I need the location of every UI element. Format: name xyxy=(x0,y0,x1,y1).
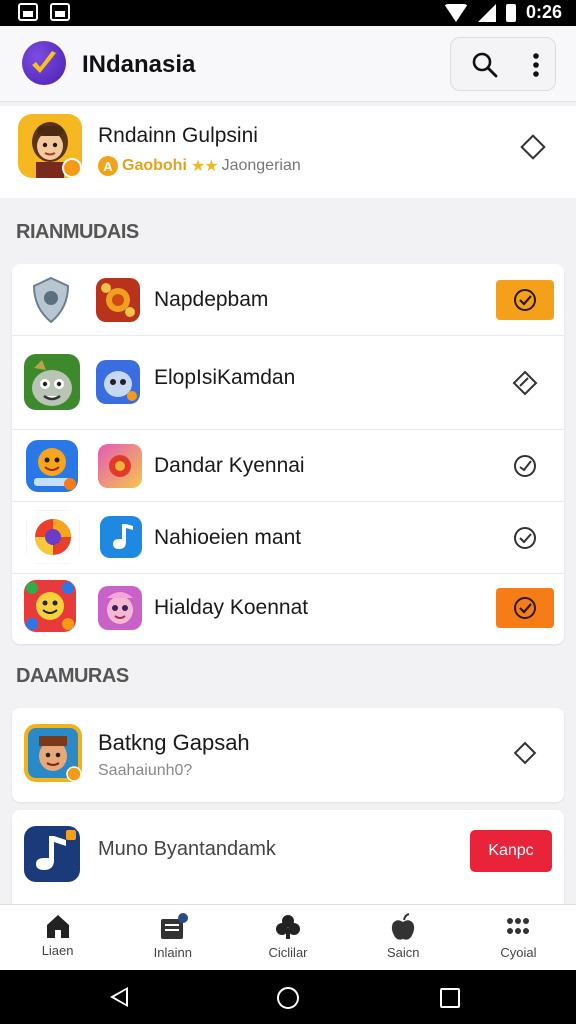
list-item[interactable]: ElopIsiKamdan xyxy=(12,336,564,430)
search-button[interactable] xyxy=(463,44,507,86)
tab-more[interactable]: Cyoial xyxy=(461,905,576,970)
game-icon xyxy=(96,278,140,322)
confirm-button[interactable] xyxy=(496,588,554,628)
profile-row[interactable]: Rndainn Gulpsini A Gaobohi ★★ Jaongerian xyxy=(0,106,576,198)
list-item-label: Dandar Kyennai xyxy=(154,454,305,477)
inbox-icon xyxy=(160,913,188,939)
status-bar: 0:26 xyxy=(0,0,576,26)
tab-label: Inlainn xyxy=(153,945,192,960)
system-nav-bar xyxy=(0,970,576,1024)
home-icon xyxy=(46,915,69,938)
home-circle-icon[interactable] xyxy=(277,987,299,1009)
app-title: INdanasia xyxy=(82,51,196,78)
list-item-label: Hialday Koennat xyxy=(154,596,309,619)
tab-clubs[interactable]: Ciclilar xyxy=(230,905,345,970)
profile-subline: A Gaobohi ★★ Jaongerian xyxy=(98,156,301,176)
list-item[interactable]: Nahioeien mant xyxy=(12,502,564,574)
profile-avatar xyxy=(18,114,82,178)
monster-game-icon xyxy=(24,354,80,410)
more-vert-icon xyxy=(533,53,539,77)
character-game-icon xyxy=(98,586,142,630)
back-icon[interactable] xyxy=(110,987,128,1007)
battery-icon xyxy=(505,3,516,22)
featured-card[interactable]: Batkng Gapsah Saahaiunh0? xyxy=(12,708,564,802)
currency-label: Gaobohi xyxy=(122,157,187,174)
app-list-card: Napdepbam ElopIsiKamdan Dandar Kyennai N… xyxy=(12,264,564,644)
check-circle-icon xyxy=(514,597,536,619)
music-app-icon xyxy=(100,516,142,558)
grid-icon xyxy=(507,918,530,934)
app-promo-card[interactable]: Muno Byantandamk Kanpc xyxy=(12,810,564,904)
edit-diamond-icon xyxy=(512,370,538,396)
section-heading-1: RIANMUDAIS xyxy=(16,221,139,243)
status-time: 0:26 xyxy=(525,2,562,22)
shield-icon xyxy=(28,272,74,328)
tab-label: Ciclilar xyxy=(268,945,308,960)
media-app-icon xyxy=(24,826,80,882)
star-rating: ★★ xyxy=(190,158,219,175)
bottom-tab-bar: Liaen Inlainn Ciclilar Saicn Cyoial xyxy=(0,904,576,970)
browser-icon xyxy=(26,510,80,564)
apple-icon xyxy=(392,913,415,940)
more-options-button[interactable] xyxy=(521,44,551,86)
emoji-game-icon xyxy=(26,440,78,492)
list-item-label: Nahioeien mant xyxy=(154,526,302,549)
photo-notification-icon xyxy=(50,3,70,21)
rank-text: Jaongerian xyxy=(221,157,301,174)
robot-game-icon xyxy=(96,360,140,404)
diamond-icon xyxy=(520,134,546,160)
list-item[interactable]: Hialday Koennat xyxy=(12,574,564,644)
list-item-label: ElopIsiKamdan xyxy=(154,366,296,389)
app-logo-icon[interactable] xyxy=(22,41,66,85)
featured-title: Batkng Gapsah xyxy=(98,730,250,755)
check-circle-icon xyxy=(514,289,536,311)
tab-label: Saicn xyxy=(386,945,420,960)
section-heading-2: DAAMURAS xyxy=(16,665,129,687)
tab-label: Cyoial xyxy=(500,945,537,960)
featured-action-button[interactable] xyxy=(508,736,542,770)
coin-icon: A xyxy=(98,156,118,176)
tab-store[interactable]: Saicn xyxy=(346,905,461,970)
puzzle-game-icon xyxy=(24,580,76,632)
promo-title: Muno Byantandamk xyxy=(98,838,276,860)
confirm-button[interactable] xyxy=(496,280,554,320)
recent-apps-icon[interactable] xyxy=(440,988,460,1008)
status-button[interactable] xyxy=(508,521,542,555)
list-item[interactable]: Napdepbam xyxy=(12,264,564,336)
edit-button[interactable] xyxy=(508,366,542,400)
diamond-icon xyxy=(513,741,537,765)
check-circle-icon xyxy=(514,527,536,549)
app-bar: INdanasia xyxy=(0,26,576,102)
list-item-label: Napdepbam xyxy=(154,288,269,311)
tab-inbox[interactable]: Inlainn xyxy=(115,905,230,970)
profile-name: Rndainn Gulpsini xyxy=(98,124,258,147)
list-item[interactable]: Dandar Kyennai xyxy=(12,430,564,502)
tab-label: Liaen xyxy=(41,943,74,958)
clubs-icon xyxy=(276,915,300,939)
wifi-icon xyxy=(443,3,468,22)
check-circle-icon xyxy=(514,455,536,477)
search-icon xyxy=(472,52,498,78)
candy-game-icon xyxy=(98,444,142,488)
profile-action-button[interactable] xyxy=(518,132,548,162)
signal-icon xyxy=(477,3,496,22)
tab-home[interactable]: Liaen xyxy=(0,905,115,970)
promo-action-button[interactable]: Kanpc xyxy=(470,830,552,872)
gallery-notification-icon xyxy=(18,3,38,21)
adventure-game-icon xyxy=(24,724,82,782)
status-button[interactable] xyxy=(508,449,542,483)
app-bar-actions xyxy=(450,37,556,91)
featured-subtitle: Saahaiunh0? xyxy=(98,762,193,779)
